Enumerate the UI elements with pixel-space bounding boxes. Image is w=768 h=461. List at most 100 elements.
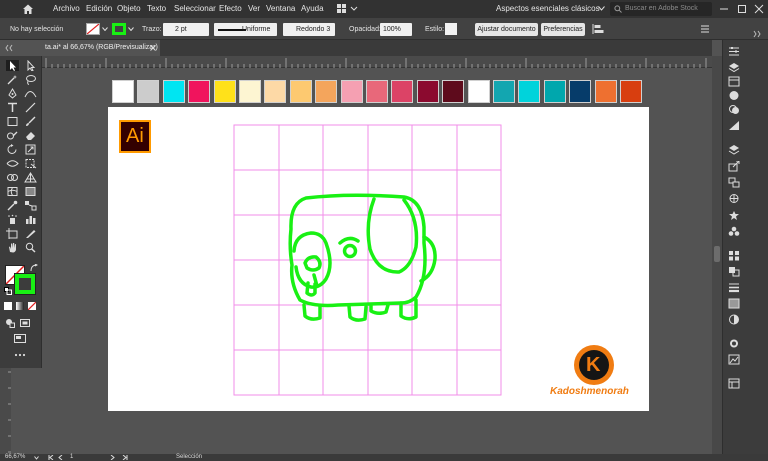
curvature-tool-icon[interactable] <box>24 88 37 99</box>
swatch-2[interactable] <box>137 80 160 103</box>
swatch-4[interactable] <box>188 80 211 103</box>
swatch-9[interactable] <box>315 80 338 103</box>
drawing-mode-icon[interactable] <box>5 318 15 328</box>
minimize-button[interactable] <box>714 0 734 18</box>
swatch-20[interactable] <box>594 80 617 103</box>
lasso-tool-icon[interactable] <box>24 74 37 85</box>
direct-selection-tool-icon[interactable] <box>24 60 37 71</box>
swatch-19[interactable] <box>569 80 592 103</box>
line-segment-tool-icon[interactable] <box>24 102 37 113</box>
edit-toolbar-icon[interactable] <box>14 353 26 357</box>
type-tool-icon[interactable] <box>6 102 19 113</box>
menu-archivo[interactable]: Archivo <box>53 4 80 13</box>
artboard-tool-icon[interactable] <box>6 228 19 239</box>
stroke-swatch[interactable] <box>112 23 126 35</box>
swatch-10[interactable] <box>340 80 363 103</box>
home-icon[interactable] <box>22 3 34 15</box>
stock-search-field[interactable]: Buscar en Adobe Stock <box>610 2 712 16</box>
swatch-18[interactable] <box>543 80 566 103</box>
swatch-1[interactable] <box>112 80 134 103</box>
artboard[interactable]: Ai K Kadoshmenorah <box>108 107 649 411</box>
workspace-switcher[interactable]: Aspectos esenciales clásicos <box>496 4 600 13</box>
zoom-tool-icon[interactable] <box>24 242 37 253</box>
drawing-canvas[interactable] <box>108 107 649 411</box>
menu-ventana[interactable]: Ventana <box>266 4 295 13</box>
free-transform-tool-icon[interactable] <box>24 158 37 169</box>
previous-artboard-icon[interactable] <box>58 455 63 460</box>
hand-tool-icon[interactable] <box>6 242 19 253</box>
preferences-button[interactable]: Preferencias <box>541 23 585 36</box>
swatch-21[interactable] <box>620 80 642 103</box>
default-colors-icon[interactable] <box>4 287 12 295</box>
stroke-chevron-icon[interactable] <box>128 27 134 31</box>
close-button[interactable] <box>750 0 768 18</box>
next-artboard-icon[interactable] <box>110 455 115 460</box>
shape-builder-tool-icon[interactable] <box>6 172 19 183</box>
adjust-document-button[interactable]: Ajustar documento <box>475 23 538 36</box>
first-artboard-icon[interactable] <box>48 455 54 460</box>
pen-tool-icon[interactable] <box>6 88 19 99</box>
stroke-weight-field[interactable]: 2 pt <box>163 23 209 36</box>
scale-tool-icon[interactable] <box>24 144 37 155</box>
panel-collapse-right-icon[interactable] <box>753 30 763 38</box>
gradient-tool-icon[interactable] <box>24 186 37 197</box>
width-tool-icon[interactable] <box>6 158 19 169</box>
style-swatch[interactable] <box>445 23 457 35</box>
variable-width-profile[interactable]: Uniforme <box>214 23 277 36</box>
eyedropper-tool-icon[interactable] <box>6 200 19 211</box>
swatch-6[interactable] <box>239 80 261 103</box>
swatch-8[interactable] <box>289 80 312 103</box>
color-guide-icon[interactable] <box>728 104 740 115</box>
swatch-12[interactable] <box>391 80 414 103</box>
libraries-icon[interactable] <box>728 76 740 87</box>
transparency-icon[interactable] <box>728 314 740 325</box>
vertical-scrollbar[interactable] <box>712 56 722 454</box>
symbol-sprayer-tool-icon[interactable] <box>6 214 19 225</box>
transform-icon[interactable] <box>728 193 740 204</box>
stroke-color-box[interactable] <box>15 274 35 294</box>
blend-tool-icon[interactable] <box>24 200 37 211</box>
arrange-documents-icon[interactable] <box>337 4 359 14</box>
swatch-14[interactable] <box>442 80 465 103</box>
align-panel-icon[interactable] <box>728 250 740 261</box>
artboards-icon[interactable] <box>728 177 740 188</box>
graphic-styles-icon[interactable] <box>728 338 740 349</box>
last-artboard-icon[interactable] <box>122 455 128 460</box>
screen-mode-icon[interactable] <box>20 318 30 328</box>
panel-menu-icon[interactable] <box>700 23 710 36</box>
document-tab[interactable]: ta.ai* al 66,67% (RGB/Previsualizar) <box>42 40 160 56</box>
pathfinder-icon[interactable] <box>728 266 740 277</box>
rotate-tool-icon[interactable] <box>6 144 19 155</box>
maximize-button[interactable] <box>732 0 752 18</box>
menu-efecto[interactable]: Efecto <box>219 4 242 13</box>
brushes-icon[interactable] <box>728 144 740 155</box>
menu-texto[interactable]: Texto <box>147 4 166 13</box>
menu-objeto[interactable]: Objeto <box>117 4 141 13</box>
opacity-field[interactable]: 100% <box>380 23 412 36</box>
mesh-tool-icon[interactable] <box>6 186 19 197</box>
gradient-mode-icon[interactable] <box>16 302 24 310</box>
swatches-icon[interactable] <box>728 120 740 131</box>
zoom-chevron-icon[interactable] <box>34 456 39 460</box>
asset-export-icon[interactable] <box>728 378 740 389</box>
menu-ayuda[interactable]: Ayuda <box>301 4 324 13</box>
symbols-icon[interactable] <box>728 210 740 221</box>
layers-icon[interactable] <box>728 62 740 73</box>
image-trace-icon[interactable] <box>728 354 740 365</box>
menu-seleccionar[interactable]: Seleccionar <box>174 4 216 13</box>
none-mode-icon[interactable] <box>28 302 36 310</box>
properties-icon[interactable] <box>728 46 740 57</box>
eraser-tool-icon[interactable] <box>24 130 37 141</box>
paintbrush-tool-icon[interactable] <box>24 116 37 127</box>
scroll-thumb[interactable] <box>714 246 720 262</box>
align-icon[interactable] <box>592 23 610 36</box>
color-mode-icon[interactable] <box>4 302 12 310</box>
slice-tool-icon[interactable] <box>24 228 37 239</box>
brush-definition[interactable]: Redondo 3 ... <box>283 23 335 46</box>
vertical-ruler[interactable] <box>0 368 11 454</box>
swatch-15[interactable] <box>467 80 490 103</box>
perspective-grid-tool-icon[interactable] <box>24 172 37 183</box>
horizontal-ruler[interactable] <box>42 56 712 68</box>
fill-swatch[interactable] <box>86 23 100 35</box>
menu-edicion[interactable]: Edición <box>86 4 112 13</box>
